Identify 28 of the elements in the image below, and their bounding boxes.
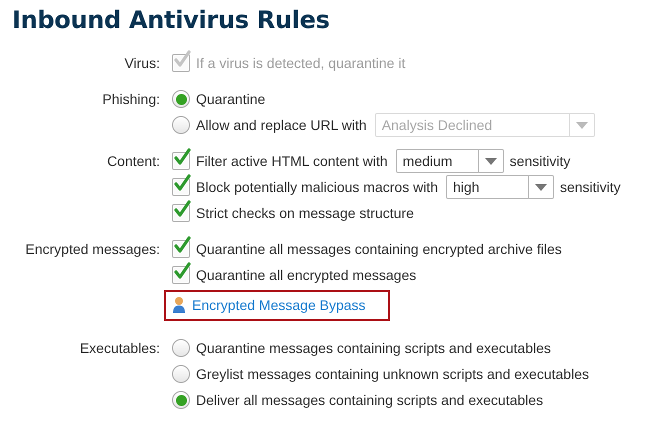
option-label: Filter active HTML content with [196,153,388,169]
option-label: Strict checks on message structure [196,205,414,221]
option-label: Quarantine all messages containing encrypted archive files [196,241,562,257]
dropdown[interactable]: high [446,175,554,199]
field-label: Executables: [78,339,160,358]
bypass-link[interactable]: Encrypted Message Bypass [192,297,366,313]
radio-button[interactable] [172,339,190,357]
page-title: Inbound Antivirus Rules [12,6,330,34]
dropdown[interactable]: medium [396,149,504,173]
option-label: Quarantine messages containing scripts and executables [196,340,551,356]
option-label: Deliver all messages containing scripts and executables [196,392,544,408]
user-icon [172,296,186,314]
field-label: Content: [106,152,160,171]
option-label: Greylist messages containing unknown scripts and executables [196,366,589,382]
option-suffix: sensitivity [510,153,570,169]
option-label: Quarantine [196,91,266,107]
radio-button[interactable] [172,90,190,108]
option-label: If a virus is detected, quarantine it [196,55,406,71]
radio-button[interactable] [172,391,190,409]
field-label: Virus: [123,54,160,73]
option-label: Quarantine all encrypted messages [196,267,416,283]
field-label: Phishing: [101,90,160,109]
field-label: Encrypted messages: [24,240,160,259]
option-suffix: sensitivity [560,179,621,195]
radio-button[interactable] [172,116,190,134]
radio-button[interactable] [172,365,190,383]
option-label: Allow and replace URL with [196,117,367,133]
option-label: Block potentially malicious macros with [196,179,438,195]
